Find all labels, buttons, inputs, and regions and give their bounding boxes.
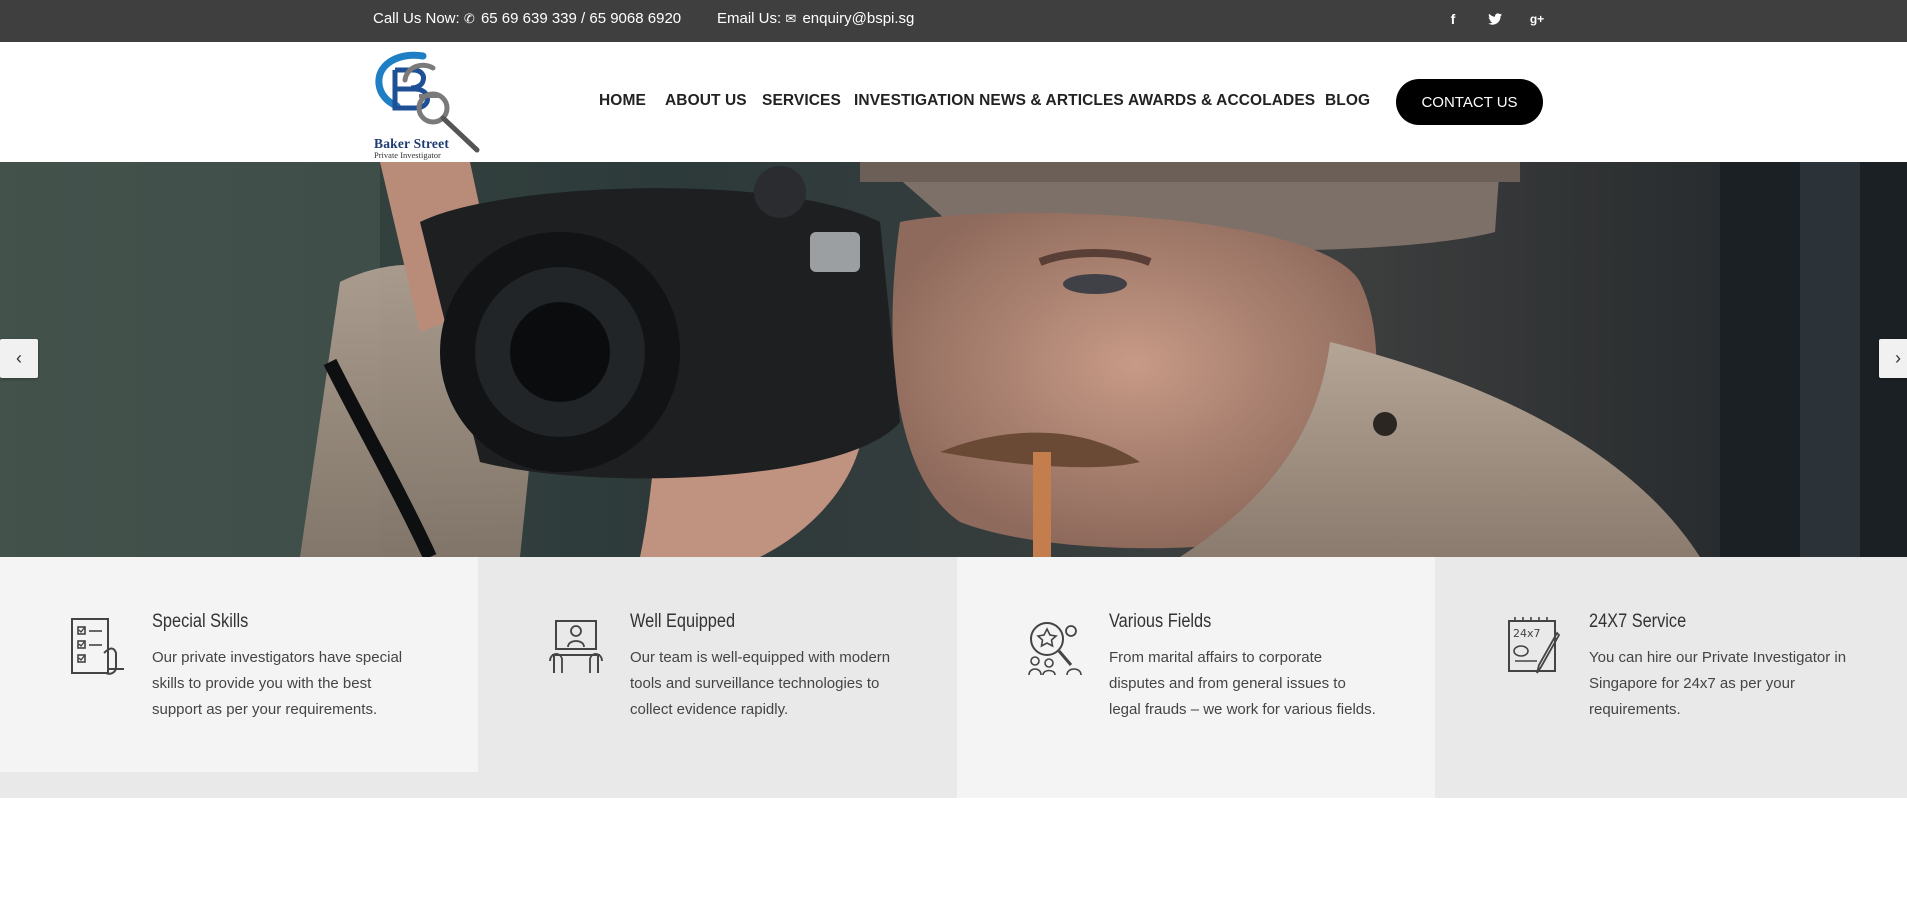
feature-title: 24X7 Service [1589,611,1687,632]
feature-text: From marital affairs to corporate disput… [1109,649,1376,718]
feature-text: Our private investigators have special s… [152,649,403,718]
feature-special-skills: Special Skills Our private investigators… [0,557,478,772]
desk-meeting-icon [549,620,603,673]
twitter-icon[interactable] [1485,9,1505,29]
search-people-icon [1028,622,1082,676]
hero-image [0,162,1907,557]
nav-services[interactable]: SERVICES [762,92,841,110]
chevron-left-icon: ‹ [16,348,22,368]
phone-numbers[interactable]: 65 69 639 339 / 65 9068 6920 [481,10,681,27]
top-bar: Call Us Now: ✆ 65 69 639 339 / 65 9068 6… [0,0,1907,42]
envelope-icon: ✉ [785,11,797,26]
24x7-notepad-icon: 24x7 [1508,617,1561,674]
checklist-icon [71,618,124,675]
svg-text:24x7: 24x7 [1513,627,1541,640]
hero-slider: ‹ › [0,162,1907,557]
site-logo[interactable]: Baker Street Private Investigator [371,50,483,160]
nav-about-us[interactable]: ABOUT US [665,92,747,110]
feature-title: Well Equipped [630,611,736,632]
call-label: Call Us Now: [373,10,460,27]
slider-next-button[interactable]: › [1879,339,1907,378]
feature-24x7-service: 24x7 24X7 Service You can hire our Priva… [1437,557,1907,798]
logo-subtitle: Private Investigator [374,150,441,160]
google-plus-icon[interactable]: g+ [1527,9,1547,29]
feature-title: Special Skills [152,611,249,632]
site-header: Baker Street Private Investigator HOME A… [0,42,1907,162]
feature-text: You can hire our Private Investigator in… [1589,649,1847,718]
facebook-icon[interactable]: f [1443,9,1463,29]
feature-well-equipped: Well Equipped Our team is well-equipped … [478,557,956,798]
chevron-right-icon: › [1895,348,1901,368]
contact-us-button[interactable]: CONTACT US [1396,79,1543,125]
nav-blog[interactable]: BLOG [1325,92,1370,110]
phone-contact: Call Us Now: ✆ 65 69 639 339 / 65 9068 6… [373,10,681,27]
feature-title: Various Fields [1109,611,1212,632]
feature-various-fields: Various Fields From marital affairs to c… [957,557,1435,798]
email-link[interactable]: enquiry@bspi.sg [802,10,914,27]
phone-icon: ✆ [463,11,475,26]
feature-text: Our team is well-equipped with modern to… [630,649,891,718]
slider-prev-button[interactable]: ‹ [0,339,38,378]
email-contact: Email Us: ✉ enquiry@bspi.sg [717,10,914,27]
nav-awards[interactable]: AWARDS & ACCOLADES [1128,92,1315,110]
nav-investigation-news[interactable]: INVESTIGATION NEWS & ARTICLES [854,92,1124,110]
nav-home[interactable]: HOME [599,92,646,110]
email-label: Email Us: [717,10,782,27]
